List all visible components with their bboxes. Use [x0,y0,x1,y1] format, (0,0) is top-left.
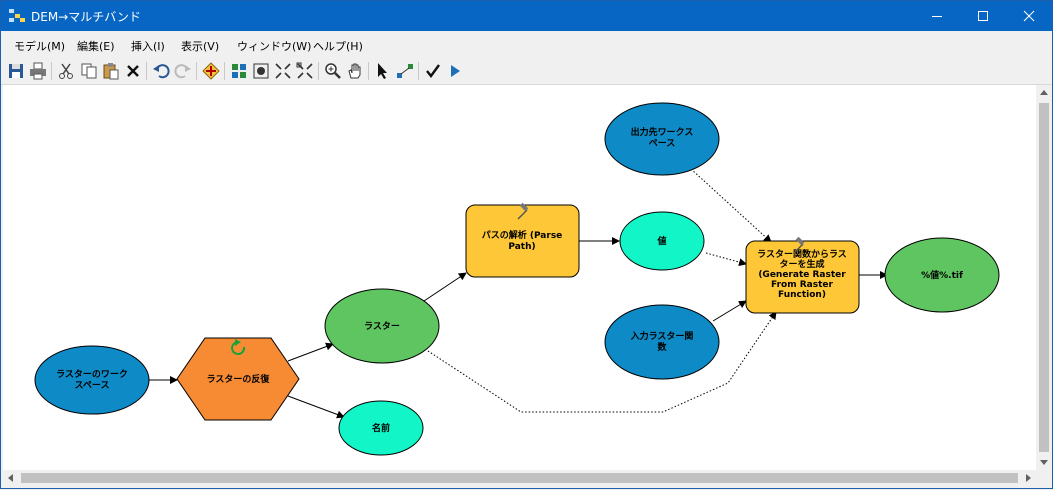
vertical-scrollbar[interactable] [1036,85,1052,470]
node-label: 数 [657,341,667,353]
maximize-icon [978,11,988,21]
model-diagram[interactable]: ラスターのワーク スペース ラスターの反復 ラスター 名前 パスの解析 (Par… [3,85,1036,470]
save-icon[interactable] [6,61,26,81]
auto-layout-icon[interactable] [229,61,249,81]
toolbar-separator [196,62,197,80]
connector-value-to-generate[interactable] [705,252,747,267]
zoom-in-fixed-icon[interactable] [273,61,293,81]
cut-icon[interactable] [56,61,76,81]
node-label: 入力ラスター関 [630,330,694,342]
vertical-scroll-track [1039,90,1049,465]
connector-iterator-to-name[interactable] [287,395,345,419]
model-canvas[interactable]: ラスターのワーク スペース ラスターの反復 ラスター 名前 パスの解析 (Par… [3,85,1036,470]
connector-output-workspace-to-generate[interactable] [690,168,772,243]
scroll-right-icon[interactable] [1026,474,1031,482]
menu-bar: モデル(M) 編集(E) 挿入(I) 表示(V) ウィンドウ(W) ヘルプ(H) [1,31,1052,57]
full-extent-icon[interactable] [251,61,271,81]
node-label: %値%.tif [921,269,963,281]
vertical-scroll-thumb[interactable] [1039,103,1049,452]
pan-icon[interactable] [345,61,365,81]
connector-raster-to-parse-path[interactable] [423,272,467,302]
copy-icon[interactable] [79,61,99,81]
toolbar-separator [146,62,147,80]
horizontal-scroll-track [8,473,1031,483]
node-label: (Generate Raster [758,270,846,280]
connector-input-function-to-generate[interactable] [712,300,747,322]
connector-raster-to-generate[interactable] [424,311,777,413]
scroll-up-icon[interactable] [1040,90,1048,95]
toolbar [1,58,1052,85]
horizontal-scrollbar[interactable] [3,470,1036,486]
minimize-icon [932,16,942,17]
title-bar[interactable]: DEM→マルチバンド [1,1,1052,31]
print-icon[interactable] [28,61,48,81]
node-label: ラスター [364,320,400,332]
zoom-in-icon[interactable] [323,61,343,81]
run-icon[interactable] [445,61,465,81]
node-label: 出力先ワークス [631,126,694,138]
menu-model[interactable]: モデル(M) [14,38,65,54]
paste-icon[interactable] [101,61,121,81]
node-label: From Raster [771,280,833,290]
node-label: ラスターのワーク [56,368,128,380]
menu-help[interactable]: ヘルプ(H) [313,38,363,54]
undo-icon[interactable] [151,61,171,81]
menu-window[interactable]: ウィンドウ(W) [237,38,311,54]
window-title: DEM→マルチバンド [31,10,141,24]
node-label: ラスター関数からラス [757,248,847,260]
node-label: パスの解析 (Parse [482,229,563,241]
menu-insert[interactable]: 挿入(I) [131,38,165,54]
node-label: 値 [656,235,666,247]
node-label: ターを生成 [779,258,824,270]
node-raster-workspace[interactable] [34,345,150,415]
toolbar-separator [224,62,225,80]
scrollbar-corner [1036,470,1052,486]
node-label: ペース [649,138,676,149]
node-label: 名前 [372,422,390,434]
connector-iterator-to-raster[interactable] [287,342,334,362]
node-input-raster-function[interactable] [604,304,720,380]
scroll-left-icon[interactable] [8,474,13,482]
node-label: ラスターの反復 [207,373,271,385]
validate-icon[interactable] [423,61,443,81]
model-builder-window: DEM→マルチバンド モデル(M) 編集(E) 挿入(I) 表示(V) ウィンド… [0,0,1053,489]
menu-view[interactable]: 表示(V) [181,38,219,54]
scroll-down-icon[interactable] [1040,460,1048,465]
minimize-button[interactable] [914,1,960,31]
zoom-out-fixed-icon[interactable] [295,61,315,81]
node-parse-path[interactable] [465,204,580,278]
node-label: スペース [75,380,110,391]
node-label: Path) [508,242,535,252]
horizontal-scroll-thumb[interactable] [21,473,1018,483]
model-app-icon [9,9,25,22]
add-data-icon[interactable] [201,61,221,81]
redo-icon[interactable] [173,61,193,81]
toolbar-separator [51,62,52,80]
toolbar-separator [418,62,419,80]
toolbar-separator [318,62,319,80]
close-icon [1023,10,1035,22]
connect-icon[interactable] [395,61,415,81]
menu-edit[interactable]: 編集(E) [77,38,115,54]
close-button[interactable] [1006,1,1052,31]
delete-icon[interactable] [123,61,143,81]
node-label: Function) [778,290,826,300]
toolbar-separator [368,62,369,80]
maximize-button[interactable] [960,1,1006,31]
select-icon[interactable] [373,61,393,81]
